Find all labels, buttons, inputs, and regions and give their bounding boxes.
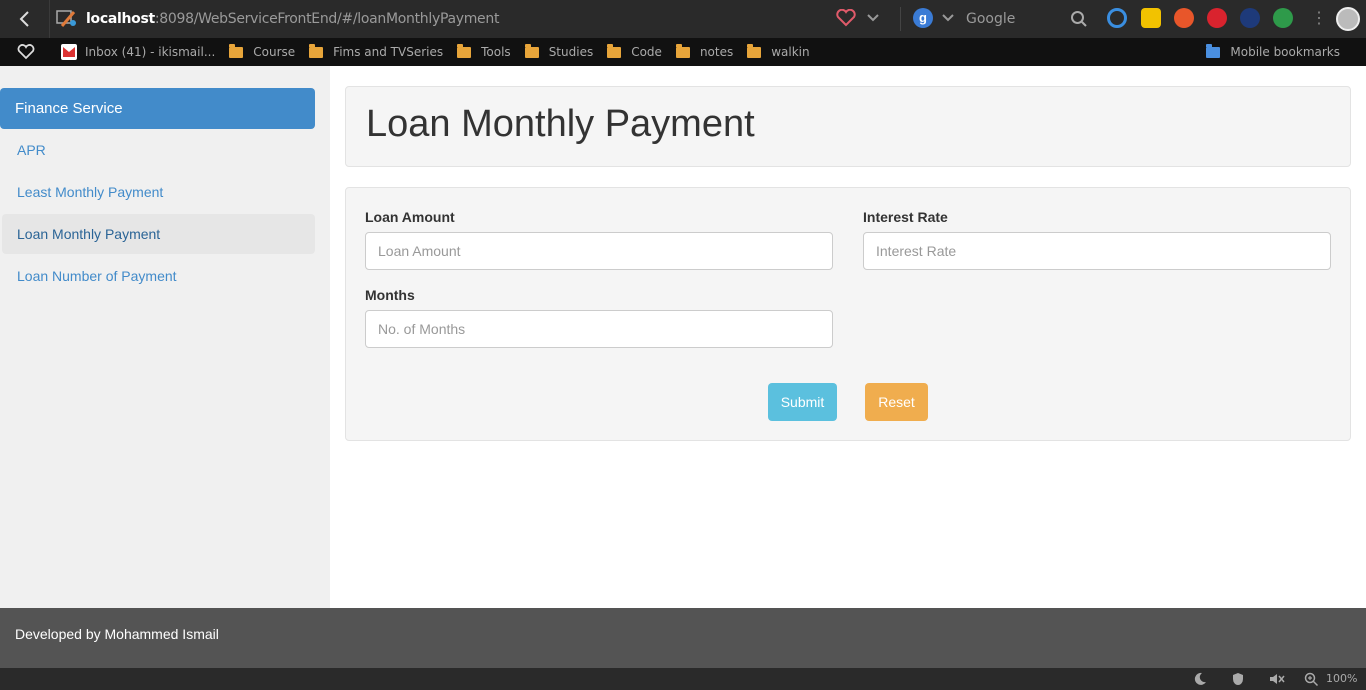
gmail-icon: [61, 44, 77, 60]
title-panel: Loan Monthly Payment: [345, 86, 1351, 167]
bookmark-tools[interactable]: Tools: [457, 38, 511, 66]
extension-fire-icon[interactable]: [1174, 8, 1194, 28]
bookmarks-bar: Inbox (41) - ikismail... Course Fims and…: [0, 38, 1366, 66]
page-title: Loan Monthly Payment: [366, 103, 755, 145]
site-favicon-icon: [56, 10, 76, 27]
bookmark-label: Mobile bookmarks: [1230, 45, 1340, 59]
more-menu-icon[interactable]: ⋮: [1311, 9, 1327, 29]
bookmark-course[interactable]: Course: [229, 38, 295, 66]
extension-pushbullet-icon[interactable]: [1273, 8, 1293, 28]
folder-icon: [229, 43, 244, 58]
bookmark-code[interactable]: Code: [607, 38, 662, 66]
search-input[interactable]: Google: [966, 11, 1015, 27]
heart-icon[interactable]: [836, 9, 856, 27]
toolbar-divider: [900, 7, 901, 31]
url-path: :8098/WebServiceFrontEnd/#/loanMonthlyPa…: [154, 11, 500, 27]
months-input[interactable]: [365, 310, 833, 348]
folder-icon: [309, 43, 324, 58]
bookmark-studies[interactable]: Studies: [524, 38, 594, 66]
search-icon[interactable]: [1070, 10, 1088, 28]
heart-icon[interactable]: [17, 44, 35, 60]
footer-text: Developed by Mohammed Ismail: [15, 626, 219, 642]
night-mode-icon[interactable]: [1193, 672, 1207, 686]
browser-toolbar: localhost:8098/WebServiceFrontEnd/#/loan…: [0, 0, 1366, 38]
loan-form: Loan Amount Interest Rate Months Submit …: [345, 187, 1351, 441]
bookmark-label: Tools: [481, 45, 511, 59]
sidebar-item-apr[interactable]: APR: [2, 130, 315, 170]
extension-adblock-icon[interactable]: [1207, 8, 1227, 28]
sidebar-item-loan-monthly-payment[interactable]: Loan Monthly Payment: [2, 214, 315, 254]
bookmark-label: Course: [253, 45, 296, 59]
shield-icon[interactable]: [1231, 672, 1245, 686]
zoom-level: 100%: [1326, 672, 1358, 685]
interest-rate-label: Interest Rate: [863, 209, 948, 225]
bookmark-mobile[interactable]: Mobile bookmarks: [1206, 38, 1340, 66]
folder-icon: [747, 43, 762, 58]
interest-rate-input[interactable]: [863, 232, 1331, 270]
url-host: localhost: [86, 11, 155, 27]
extension-notes-icon[interactable]: [1141, 8, 1161, 28]
loan-amount-label: Loan Amount: [365, 209, 455, 225]
profile-avatar[interactable]: [1336, 7, 1360, 31]
sidebar-item-least-monthly-payment[interactable]: Least Monthly Payment: [2, 172, 315, 212]
folder-icon: [457, 43, 472, 58]
folder-icon: [1206, 43, 1221, 58]
sidebar-item-loan-number-of-payment[interactable]: Loan Number of Payment: [2, 256, 315, 296]
submit-button[interactable]: Submit: [768, 383, 837, 421]
bookmark-inbox[interactable]: Inbox (41) - ikismail...: [61, 38, 215, 66]
browser-status-bar: 100%: [0, 668, 1366, 690]
bookmark-label: Fims and TVSeries: [333, 45, 444, 59]
bookmark-walkin[interactable]: walkin: [747, 38, 810, 66]
page-footer: Developed by Mohammed Ismail: [0, 608, 1366, 668]
folder-icon: [675, 43, 690, 58]
sidebar-header[interactable]: Finance Service: [0, 88, 315, 129]
reset-button[interactable]: Reset: [865, 383, 928, 421]
sidebar: Finance Service APR Least Monthly Paymen…: [0, 66, 330, 608]
back-button[interactable]: [0, 0, 50, 38]
bookmark-label: Inbox (41) - ikismail...: [85, 45, 216, 59]
extension-globe-icon[interactable]: [1240, 8, 1260, 28]
months-label: Months: [365, 287, 415, 303]
bookmark-label: Studies: [548, 45, 594, 59]
folder-icon: [524, 43, 539, 58]
bookmark-label: walkin: [771, 45, 810, 59]
chevron-down-icon[interactable]: [941, 10, 955, 26]
bookmark-label: notes: [699, 45, 734, 59]
folder-icon: [607, 43, 622, 58]
bookmark-label: Code: [631, 45, 662, 59]
volume-icon[interactable]: [1268, 672, 1286, 686]
zoom-icon[interactable]: [1304, 672, 1319, 687]
chevron-down-icon[interactable]: [866, 10, 880, 26]
loan-amount-input[interactable]: [365, 232, 833, 270]
bookmark-fims-and-tvseries[interactable]: Fims and TVSeries: [309, 38, 443, 66]
extension-sync-icon[interactable]: [1107, 8, 1127, 28]
search-engine-icon[interactable]: g: [913, 8, 933, 28]
back-arrow-icon: [19, 11, 29, 27]
address-bar[interactable]: localhost:8098/WebServiceFrontEnd/#/loan…: [56, 0, 836, 38]
bookmark-notes[interactable]: notes: [675, 38, 734, 66]
